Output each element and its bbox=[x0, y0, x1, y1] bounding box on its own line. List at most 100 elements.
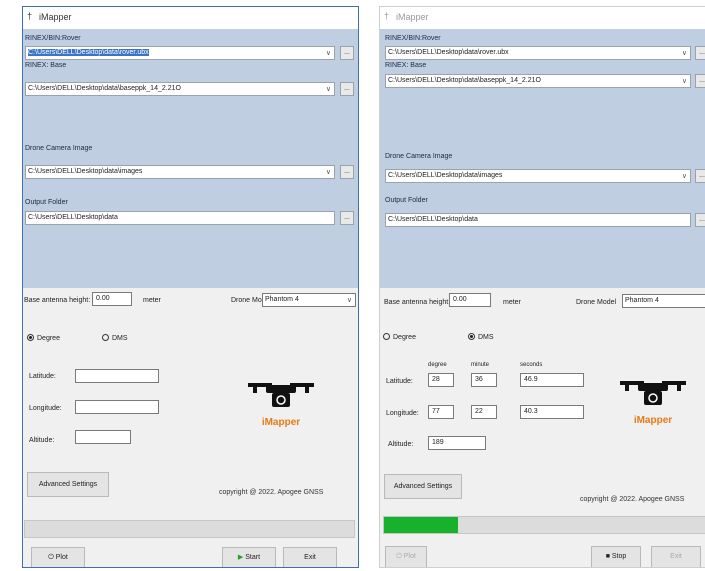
longitude-label: Longitude: bbox=[29, 405, 62, 412]
chevron-down-icon: ∨ bbox=[325, 50, 331, 57]
drone-icon bbox=[620, 381, 686, 405]
longitude-input[interactable] bbox=[75, 400, 159, 414]
chevron-down-icon: ∨ bbox=[325, 86, 331, 93]
dms-radio[interactable]: DMS bbox=[102, 334, 128, 342]
antenna-height-label: Base antenna height: bbox=[384, 299, 451, 306]
output-browse-button[interactable]: ... bbox=[340, 211, 354, 225]
chevron-down-icon: ∨ bbox=[325, 169, 331, 176]
latitude-label: Latitude: bbox=[29, 373, 56, 380]
images-label: Drone Camera Image bbox=[25, 145, 93, 152]
images-folder-value: C:\Users\DELL\Desktop\data\images bbox=[28, 168, 143, 175]
images-folder-combo[interactable]: C:\Users\DELL\Desktop\data\images ∨ bbox=[25, 165, 335, 179]
stop-button[interactable]: ■ Stop bbox=[591, 546, 641, 567]
chevron-down-icon: ∨ bbox=[681, 50, 687, 57]
output-label: Output Folder bbox=[25, 199, 68, 206]
rover-browse-button[interactable]: ... bbox=[340, 46, 354, 60]
imapper-window-running: † iMapper RINEX/BIN:Rover C:\Users\DELL\… bbox=[379, 6, 705, 568]
base-file-combo[interactable]: C:\Users\DELL\Desktop\data\baseppk_14_2.… bbox=[385, 74, 691, 88]
output-browse-button[interactable]: ... bbox=[695, 213, 705, 227]
altitude-input[interactable]: 189 bbox=[428, 436, 486, 450]
output-folder-input[interactable]: C:\Users\DELL\Desktop\data bbox=[25, 211, 335, 225]
power-icon: ⏻ bbox=[396, 553, 402, 560]
images-browse-button[interactable]: ... bbox=[695, 169, 705, 183]
degree-radio[interactable]: Degree bbox=[383, 333, 416, 341]
longitude-degree-input[interactable]: 77 bbox=[428, 405, 454, 419]
chevron-down-icon: ∨ bbox=[681, 78, 687, 85]
base-browse-button[interactable]: ... bbox=[695, 74, 705, 88]
window-title: iMapper bbox=[39, 12, 72, 22]
advanced-settings-button[interactable]: Advanced Settings bbox=[384, 474, 462, 499]
radio-unselected-icon bbox=[102, 334, 109, 341]
copyright-text: copyright @ 2022. Apogee GNSS bbox=[580, 496, 685, 503]
images-browse-button[interactable]: ... bbox=[340, 165, 354, 179]
progress-fill bbox=[384, 517, 458, 533]
advanced-settings-button[interactable]: Advanced Settings bbox=[27, 472, 109, 497]
exit-button[interactable]: Exit bbox=[651, 546, 701, 567]
images-folder-combo[interactable]: C:\Users\DELL\Desktop\data\images ∨ bbox=[385, 169, 691, 183]
drone-model-value: Phantom 4 bbox=[265, 296, 299, 303]
imapper-logo: iMapper bbox=[618, 371, 688, 431]
app-icon: † bbox=[27, 11, 33, 21]
antenna-unit-label: meter bbox=[503, 299, 521, 306]
altitude-label: Altitude: bbox=[29, 437, 55, 444]
play-icon: ▶ bbox=[237, 554, 244, 561]
dms-radio-label: DMS bbox=[478, 334, 494, 341]
images-folder-value: C:\Users\DELL\Desktop\data\images bbox=[388, 172, 503, 179]
output-folder-input[interactable]: C:\Users\DELL\Desktop\data bbox=[385, 213, 691, 227]
base-file-combo[interactable]: C:\Users\DELL\Desktop\data\baseppk_14_2.… bbox=[25, 82, 335, 96]
longitude-minute-input[interactable]: 22 bbox=[471, 405, 497, 419]
drone-model-label: Drone Model bbox=[576, 299, 617, 306]
drone-icon bbox=[248, 383, 314, 407]
output-folder-value: C:\Users\DELL\Desktop\data bbox=[28, 214, 118, 221]
antenna-unit-label: meter bbox=[143, 297, 161, 304]
stop-button-label: Stop bbox=[611, 553, 627, 560]
app-icon: † bbox=[384, 11, 390, 21]
rover-file-combo[interactable]: C:\Users\DELL\Desktop\data\rover.ubx ∨ bbox=[25, 46, 335, 60]
antenna-height-input[interactable]: 0.00 bbox=[92, 292, 132, 306]
latitude-minute-input[interactable]: 36 bbox=[471, 373, 497, 387]
degree-radio-label: Degree bbox=[393, 334, 416, 341]
antenna-height-label: Base antenna height: bbox=[24, 297, 91, 304]
title-bar: † iMapper bbox=[380, 7, 705, 29]
longitude-seconds-input[interactable]: 40.3 bbox=[520, 405, 584, 419]
antenna-height-input[interactable]: 0.00 bbox=[449, 293, 491, 307]
output-label: Output Folder bbox=[385, 197, 428, 204]
brand-name: iMapper bbox=[633, 415, 673, 426]
rover-file-combo[interactable]: C:\Users\DELL\Desktop\data\rover.ubx ∨ bbox=[385, 46, 691, 60]
radio-selected-icon bbox=[468, 333, 475, 340]
degree-radio[interactable]: Degree bbox=[27, 334, 60, 342]
radio-unselected-icon bbox=[383, 333, 390, 340]
altitude-input[interactable] bbox=[75, 430, 131, 444]
start-button[interactable]: ▶ Start bbox=[222, 547, 276, 567]
dms-radio-label: DMS bbox=[112, 335, 128, 342]
plot-button[interactable]: ⏻ Plot bbox=[31, 547, 85, 567]
plot-button[interactable]: ⏻ Plot bbox=[385, 546, 427, 567]
base-label: RINEX: Base bbox=[25, 62, 67, 69]
rover-browse-button[interactable]: ... bbox=[695, 46, 705, 60]
dms-radio[interactable]: DMS bbox=[468, 333, 494, 341]
brand-name: iMapper bbox=[261, 417, 301, 428]
chevron-down-icon: ∨ bbox=[346, 297, 352, 304]
images-label: Drone Camera Image bbox=[385, 153, 453, 160]
rover-file-value: C:\Users\DELL\Desktop\data\rover.ubx bbox=[28, 49, 149, 56]
drone-model-select[interactable]: Phantom 4 bbox=[622, 294, 705, 308]
degree-radio-label: Degree bbox=[37, 335, 60, 342]
degree-column-header: degree bbox=[428, 362, 447, 368]
plot-button-label: Plot bbox=[55, 554, 68, 561]
progress-bar bbox=[24, 520, 355, 538]
rover-file-value: C:\Users\DELL\Desktop\data\rover.ubx bbox=[388, 49, 509, 56]
power-icon: ⏻ bbox=[48, 554, 54, 561]
input-files-section: RINEX/BIN:Rover C:\Users\DELL\Desktop\da… bbox=[380, 29, 705, 288]
exit-button[interactable]: Exit bbox=[283, 547, 337, 567]
chevron-down-icon: ∨ bbox=[681, 173, 687, 180]
latitude-input[interactable] bbox=[75, 369, 159, 383]
base-browse-button[interactable]: ... bbox=[340, 82, 354, 96]
imapper-logo: iMapper bbox=[246, 373, 316, 433]
title-bar: † iMapper bbox=[23, 7, 358, 29]
drone-model-value: Phantom 4 bbox=[625, 297, 659, 304]
drone-model-select[interactable]: Phantom 4 ∨ bbox=[262, 293, 356, 307]
latitude-degree-input[interactable]: 28 bbox=[428, 373, 454, 387]
output-folder-value: C:\Users\DELL\Desktop\data bbox=[388, 216, 478, 223]
plot-button-label: Plot bbox=[403, 553, 416, 560]
latitude-seconds-input[interactable]: 46.9 bbox=[520, 373, 584, 387]
